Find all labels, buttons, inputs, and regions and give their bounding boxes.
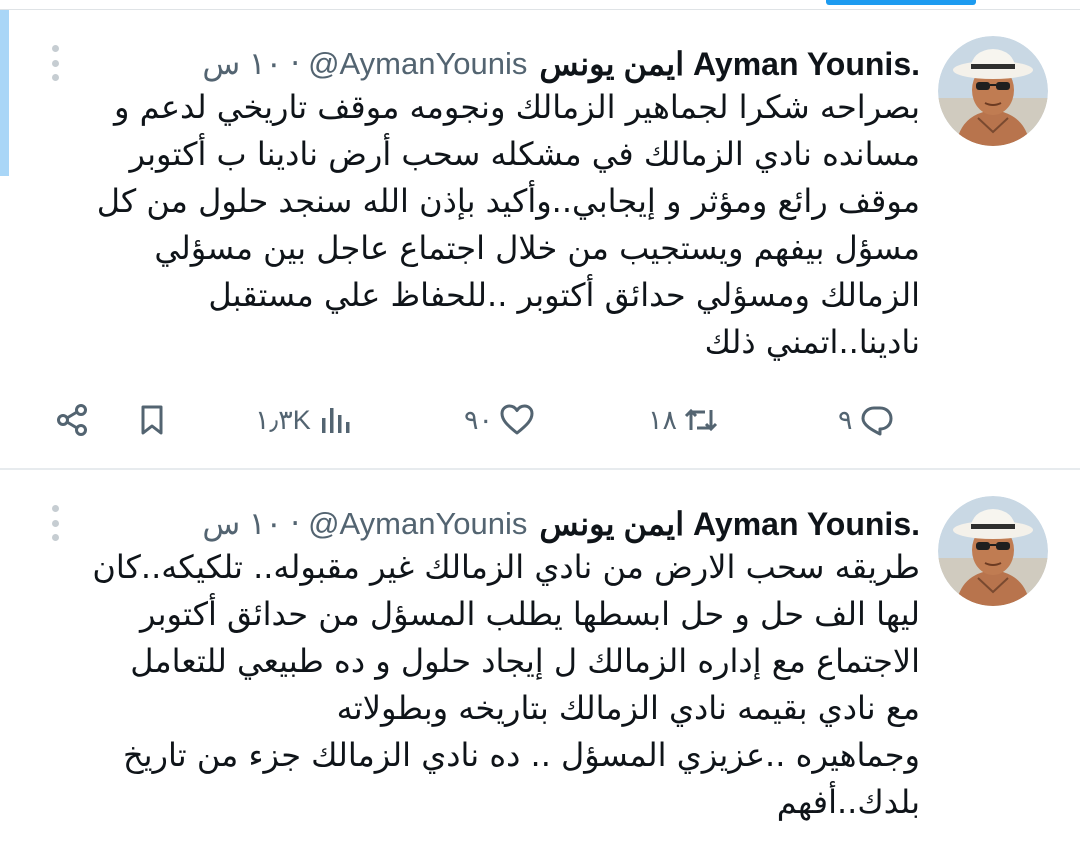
likes-count: ٩٠ [464,404,494,435]
header-separator: · [290,46,301,82]
tweet-header: ايمن يونس Ayman Younis. @AymanYounis · ١… [202,502,920,546]
top-tab-indicator [826,0,976,5]
reply-button[interactable]: ٩ [838,398,895,442]
tweet-header: ايمن يونس Ayman Younis. @AymanYounis · ١… [202,42,920,86]
bookmark-button[interactable] [134,398,170,442]
bookmark-icon [141,405,163,435]
author-name[interactable]: ايمن يونس Ayman Younis. [539,45,920,83]
share-button[interactable] [54,398,90,442]
author-handle[interactable]: @AymanYounis [308,506,527,542]
reply-icon [861,406,893,436]
tweet-actions: ١٫٣K ٩٠ ١٨ ٩ [48,398,910,442]
tweet[interactable]: ايمن يونس Ayman Younis. @AymanYounis · ١… [0,470,1080,845]
avatar-image [938,36,1048,146]
retweets-count: ١٨ [648,404,678,435]
replies-count: ٩ [838,404,853,435]
views-chart-icon [321,408,350,433]
author-name[interactable]: ايمن يونس Ayman Younis. [539,505,920,543]
retweet-button[interactable]: ١٨ [648,398,719,442]
like-button[interactable]: ٩٠ [464,398,535,442]
avatar-image [938,496,1048,606]
avatar[interactable] [938,36,1048,146]
share-icon [57,404,87,436]
tweet-text: طريقه سحب الارض من نادي الزمالك غير مقبو… [92,548,920,821]
views-button[interactable]: ١٫٣K [255,398,353,442]
retweet-icon [684,408,718,432]
author-handle[interactable]: @AymanYounis [308,46,527,82]
avatar[interactable] [938,496,1048,606]
tweet[interactable]: ايمن يونس Ayman Younis. @AymanYounis · ١… [0,10,1080,468]
heart-icon [500,404,534,435]
tweet-timestamp[interactable]: ١٠ س [202,46,282,82]
header-separator: · [290,506,301,542]
tweet-text: بصراحه شكرا لجماهير الزمالك ونجومه موقف … [96,88,920,361]
views-count: ١٫٣K [255,404,311,435]
more-options-icon[interactable] [48,503,62,543]
more-options-icon[interactable] [48,43,62,83]
tweet-timestamp[interactable]: ١٠ س [202,506,282,542]
